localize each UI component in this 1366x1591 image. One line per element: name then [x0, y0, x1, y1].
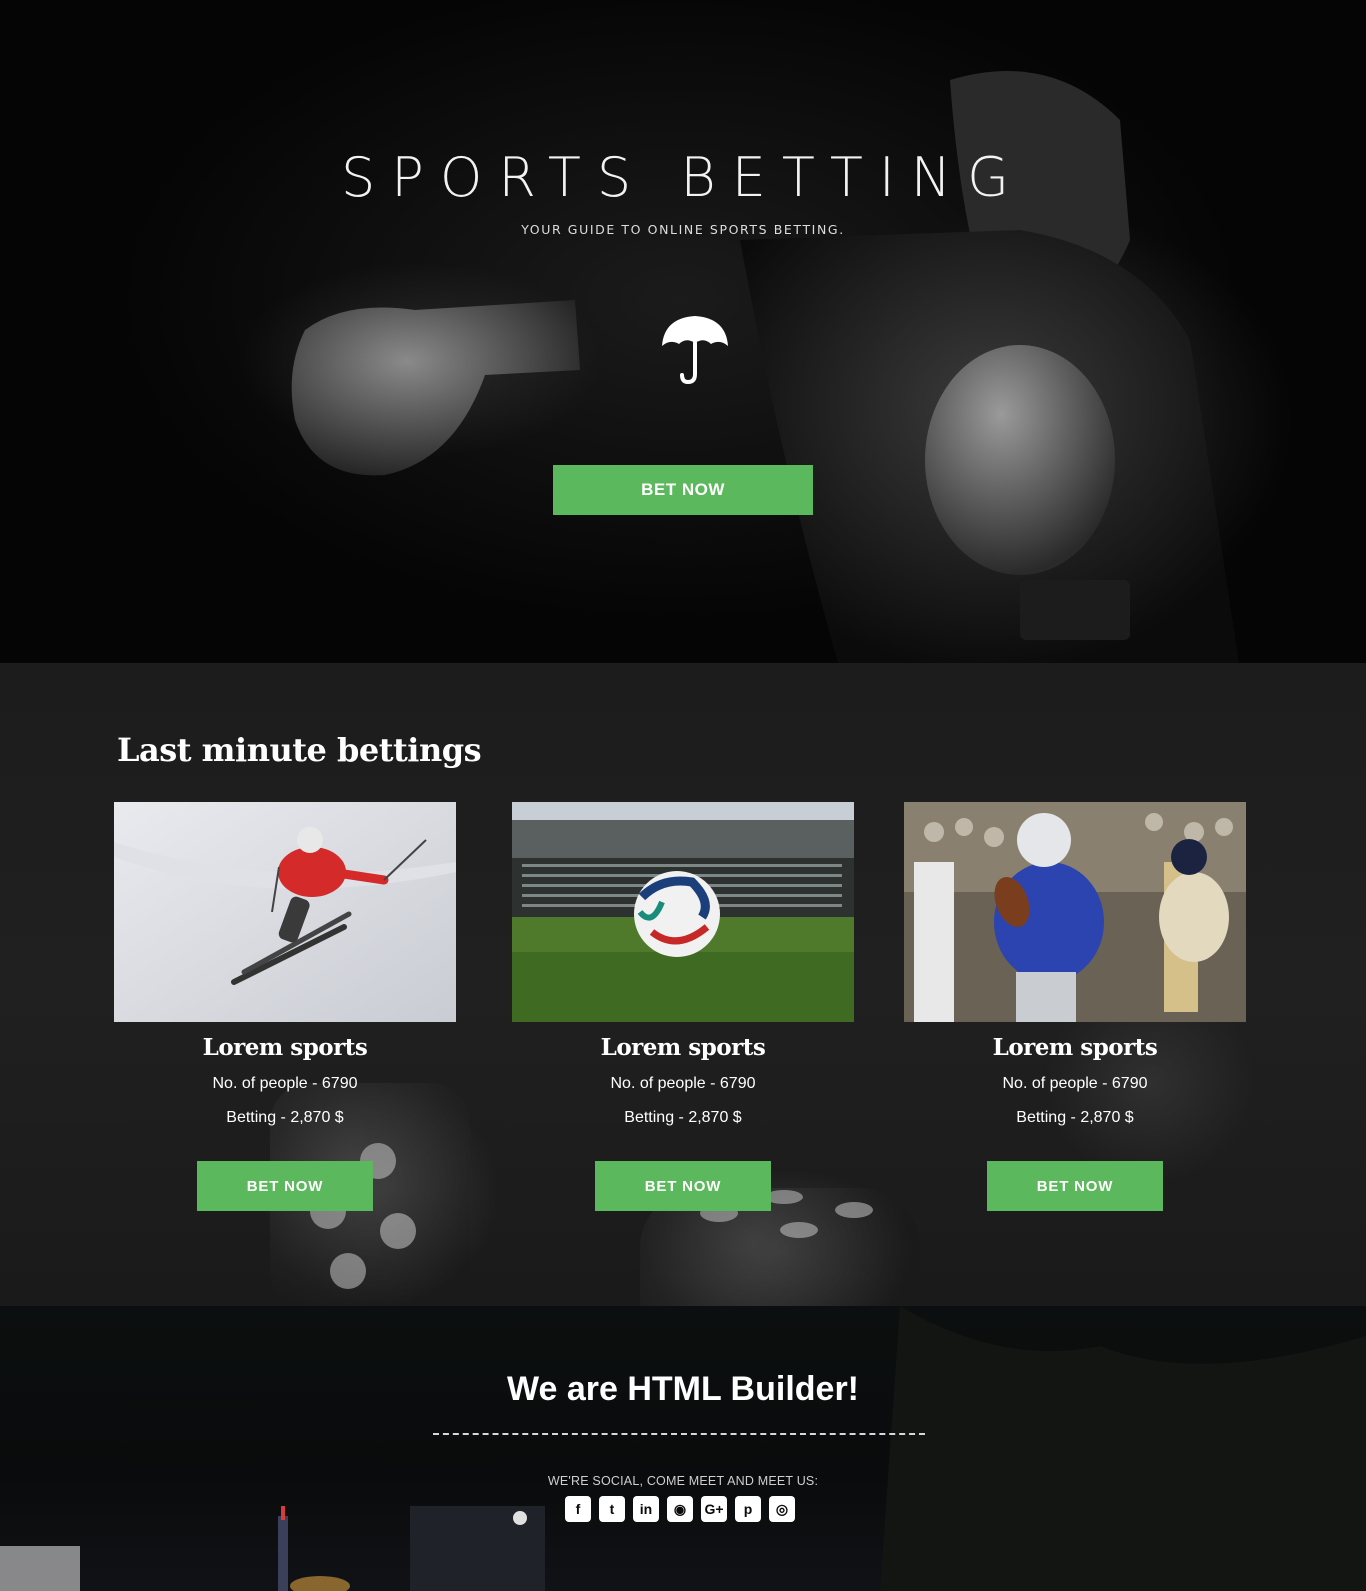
hero-section: SPORTS BETTING YOUR GUIDE TO ONLINE SPOR…	[0, 0, 1366, 663]
hero-title: SPORTS BETTING	[340, 146, 1026, 209]
people-count: No. of people - 6790	[212, 1075, 358, 1092]
betting-amount: Betting - 2,870 $	[624, 1109, 742, 1126]
betting-card: Lorem sports No. of people - 6790 Bettin…	[904, 802, 1246, 1211]
instagram-icon[interactable]: ◎	[769, 1496, 795, 1522]
twitter-icon[interactable]: t	[599, 1496, 625, 1522]
skier-photo	[114, 802, 456, 1022]
divider	[433, 1433, 925, 1435]
hero-bet-now-button[interactable]: BET NOW	[553, 465, 813, 515]
betting-card: Lorem sports No. of people - 6790 Bettin…	[512, 802, 854, 1211]
american-football-photo	[904, 802, 1246, 1022]
google-plus-icon[interactable]: G+	[701, 1496, 727, 1522]
card-title: Lorem sports	[992, 1034, 1158, 1061]
social-links: f t in ◉ G+ p ◎	[565, 1496, 795, 1522]
footer: We are HTML Builder! WE'RE SOCIAL, COME …	[0, 1306, 1366, 1591]
github-icon[interactable]: ◉	[667, 1496, 693, 1522]
soccer-ball-stadium-photo	[512, 802, 854, 1022]
betting-amount: Betting - 2,870 $	[1016, 1109, 1134, 1126]
facebook-icon[interactable]: f	[565, 1496, 591, 1522]
people-count: No. of people - 6790	[610, 1075, 756, 1092]
last-minute-bettings-section: Last minute bettings Lorem sports No. of…	[0, 663, 1366, 1306]
bet-now-button[interactable]: BET NOW	[987, 1161, 1163, 1211]
card-title: Lorem sports	[600, 1034, 766, 1061]
city-night-background	[0, 1306, 1366, 1591]
card-title: Lorem sports	[202, 1034, 368, 1061]
people-count: No. of people - 6790	[1002, 1075, 1148, 1092]
section-title: Last minute bettings	[117, 731, 482, 769]
glove-photo	[291, 300, 580, 476]
umbrella-icon	[662, 316, 728, 384]
bet-now-button[interactable]: BET NOW	[595, 1161, 771, 1211]
betting-amount: Betting - 2,870 $	[226, 1109, 344, 1126]
betting-card: Lorem sports No. of people - 6790 Bettin…	[114, 802, 456, 1211]
pinterest-icon[interactable]: p	[735, 1496, 761, 1522]
social-tagline: WE'RE SOCIAL, COME MEET AND MEET US:	[547, 1474, 819, 1488]
linkedin-icon[interactable]: in	[633, 1496, 659, 1522]
footer-title: We are HTML Builder!	[506, 1370, 860, 1408]
bet-now-button[interactable]: BET NOW	[197, 1161, 373, 1211]
hero-subtitle: YOUR GUIDE TO ONLINE SPORTS BETTING.	[521, 222, 845, 237]
